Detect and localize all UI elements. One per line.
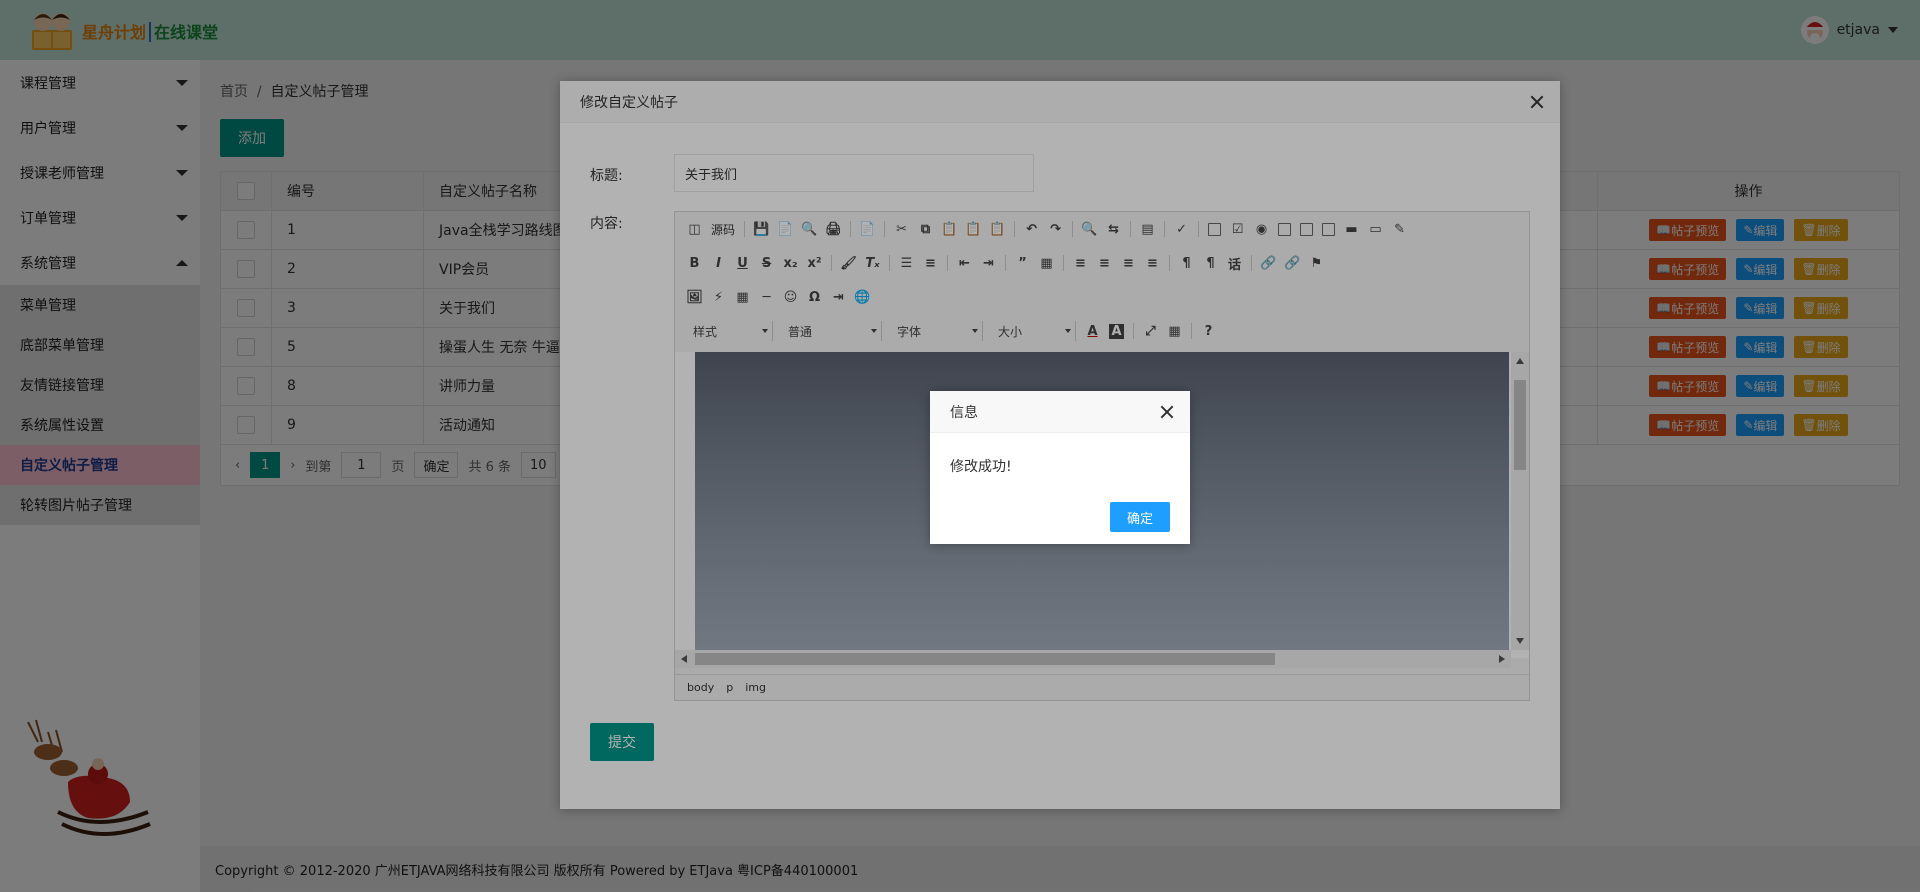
close-icon[interactable]: [1158, 403, 1176, 421]
dialog-title: 信息: [950, 404, 978, 421]
success-dialog: 信息 修改成功! 确定: [930, 391, 1190, 544]
dialog-message: 修改成功!: [950, 459, 1012, 475]
dialog-header: 信息: [930, 391, 1190, 433]
ok-button[interactable]: 确定: [1110, 502, 1170, 532]
